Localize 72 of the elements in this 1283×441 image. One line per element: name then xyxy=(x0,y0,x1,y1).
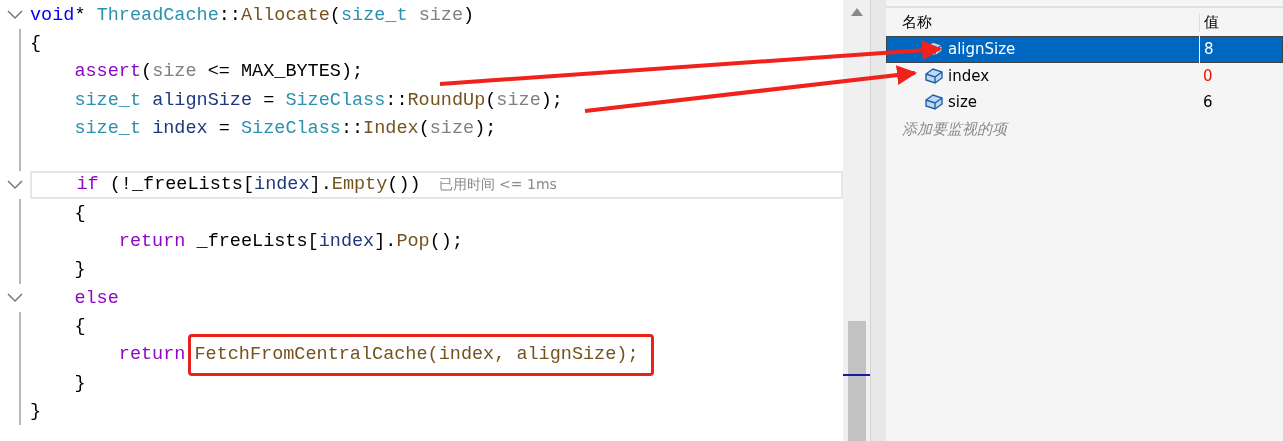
code-token: Empty xyxy=(331,174,388,196)
code-token: { xyxy=(74,202,86,224)
code-token: size_t xyxy=(340,4,408,26)
code-token: } xyxy=(74,372,86,394)
code-token: :: xyxy=(218,4,241,26)
code-token: Pop xyxy=(396,231,430,252)
code-token: (!_freeLists[ xyxy=(108,174,255,196)
code-token: void xyxy=(30,4,75,26)
code-token: ( xyxy=(485,89,497,111)
code-token: index xyxy=(318,231,375,252)
column-header[interactable]: 名称 xyxy=(886,12,1199,32)
code-token: size xyxy=(417,4,464,26)
variable-name: size xyxy=(948,93,978,112)
elapsed-time-hint: 已用时间 <= 1ms xyxy=(438,175,557,194)
code-token: ( xyxy=(329,4,341,26)
variable-cube-icon xyxy=(924,93,944,112)
code-token: if xyxy=(76,174,99,196)
code-token: = xyxy=(217,117,231,139)
code-token: = xyxy=(262,89,276,111)
code-token: return xyxy=(118,344,186,366)
code-token: size xyxy=(152,61,197,83)
variable-value: 6 xyxy=(1203,93,1213,112)
collapse-chevron-icon[interactable] xyxy=(7,10,23,21)
code-token: ]. xyxy=(374,231,397,252)
column-header[interactable]: 值 xyxy=(1199,12,1283,32)
code-token: } xyxy=(30,400,42,422)
code-token: :: xyxy=(385,89,408,111)
code-token: index xyxy=(254,174,310,196)
code-token: _freeLists[ xyxy=(195,231,319,252)
code-token: { xyxy=(30,32,42,54)
code-token: Allocate xyxy=(241,4,330,26)
code-token: size_t xyxy=(74,89,142,111)
code-token: ()) xyxy=(387,174,421,196)
code-token: size_t xyxy=(74,117,142,139)
code-token: size xyxy=(429,117,475,139)
code-token: Index xyxy=(363,117,419,139)
code-token: (); xyxy=(429,231,464,252)
code-token: index xyxy=(151,117,208,139)
code-token: alignSize xyxy=(151,89,253,111)
code-token: ); xyxy=(540,89,563,111)
code-token: ) xyxy=(463,4,475,26)
watch-row[interactable]: index 0 xyxy=(886,62,1283,89)
code-token: ThreadCache xyxy=(96,4,219,26)
code-token: ); xyxy=(474,117,497,139)
watch-row[interactable]: size 6 xyxy=(886,89,1283,116)
collapse-chevron-icon[interactable] xyxy=(7,293,23,304)
scrollbar-thumb[interactable] xyxy=(848,321,866,441)
scroll-up-icon[interactable] xyxy=(850,8,863,16)
code-token: } xyxy=(74,259,86,281)
code-token: size xyxy=(496,89,541,111)
variable-name: alignSize xyxy=(948,40,1016,59)
add-watch-field[interactable]: 添加要监视的项 xyxy=(902,115,1142,142)
variable-cube-icon xyxy=(924,66,944,85)
code-token: return xyxy=(118,231,186,252)
code-token: { xyxy=(74,315,86,337)
code-token: ]. xyxy=(309,174,332,196)
code-token: SizeClass xyxy=(285,89,386,111)
highlighted-code: FetchFromCentralCache(index, alignSize); xyxy=(188,333,654,376)
code-token: SizeClass xyxy=(240,117,341,139)
variable-value: 0 xyxy=(1203,66,1213,85)
variable-name: index xyxy=(948,66,990,85)
code-token: ( xyxy=(418,117,430,139)
code-token: :: xyxy=(340,117,364,139)
code-token: ( xyxy=(141,61,153,83)
code-token: RoundUp xyxy=(407,89,486,111)
collapse-chevron-icon[interactable] xyxy=(7,179,23,190)
code-token: else xyxy=(74,287,119,309)
code-token: <= MAX_BYTES); xyxy=(206,61,364,83)
variable-value: 8 xyxy=(1204,40,1214,59)
code-token: * xyxy=(74,4,87,26)
caret-position-marker xyxy=(843,374,870,376)
code-token: assert xyxy=(74,61,142,83)
